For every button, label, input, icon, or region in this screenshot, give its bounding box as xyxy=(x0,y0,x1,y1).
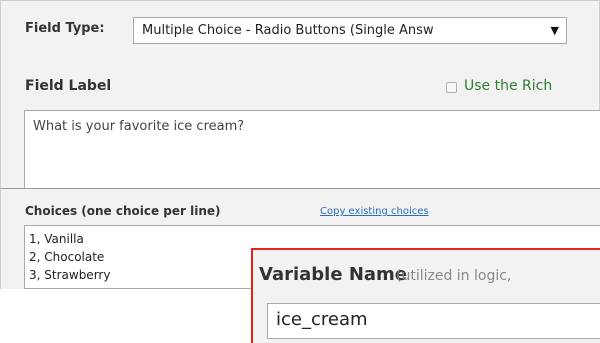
field-label-heading: Field Label xyxy=(25,78,112,94)
rich-text-label[interactable]: Use the Rich xyxy=(464,78,552,94)
variable-name-label: Variable Name xyxy=(259,264,407,285)
dropdown-arrow-icon: ▼ xyxy=(550,24,559,37)
field-type-selected-value: Multiple Choice - Radio Buttons (Single … xyxy=(142,23,434,38)
variable-name-input[interactable]: ice_cream xyxy=(267,303,600,339)
field-label-textarea[interactable]: What is your favorite ice cream? xyxy=(24,110,600,188)
field-type-label: Field Type: xyxy=(25,21,105,36)
variable-name-hint: (utilized in logic, xyxy=(396,268,512,284)
copy-existing-choices-link[interactable]: Copy existing choices xyxy=(320,206,429,217)
choice-line: 1, Vanilla xyxy=(29,232,84,246)
rich-text-checkbox[interactable] xyxy=(446,82,457,93)
field-type-select[interactable]: Multiple Choice - Radio Buttons (Single … xyxy=(133,17,567,44)
field-editor: Field Type: Multiple Choice - Radio Butt… xyxy=(0,0,600,343)
choices-label: Choices (one choice per line) xyxy=(25,204,221,218)
